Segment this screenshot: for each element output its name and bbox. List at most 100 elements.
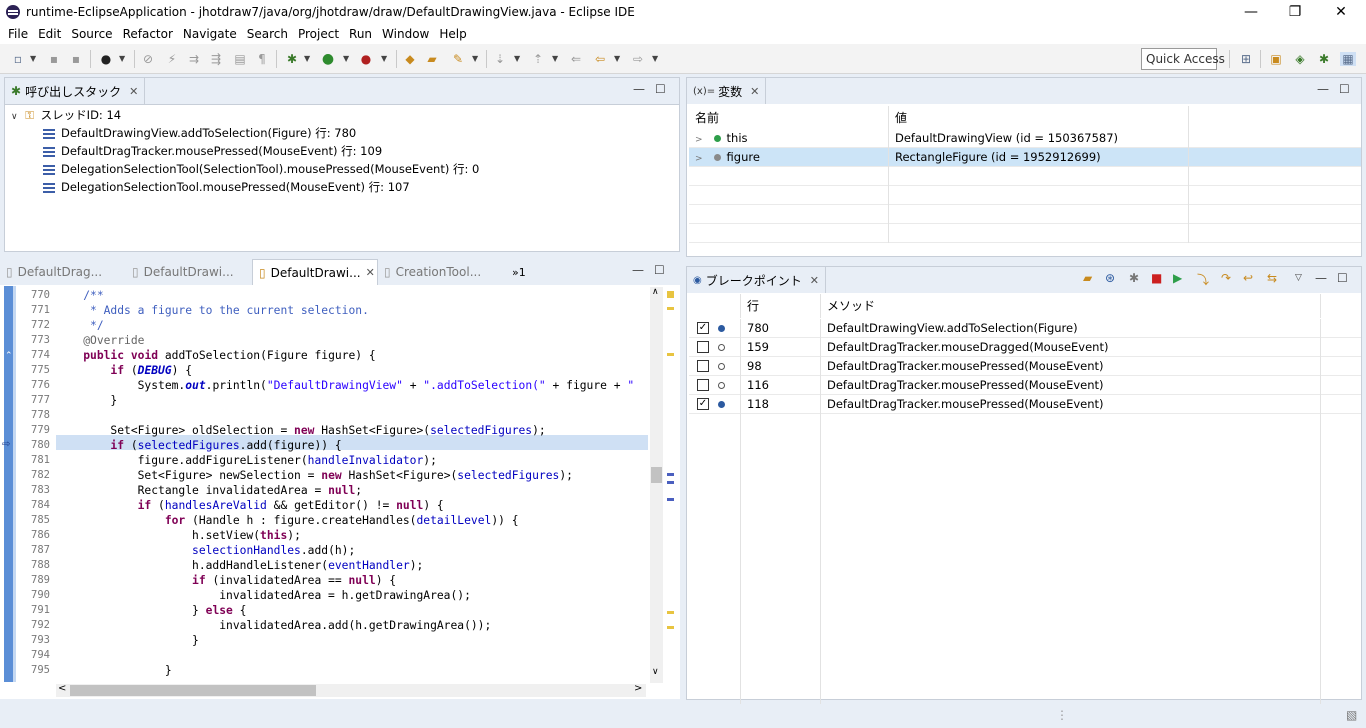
scrollbar-thumb[interactable] bbox=[651, 467, 662, 483]
table-row[interactable]: ✓ 780 DefaultDrawingView.addToSelection(Fi… bbox=[689, 319, 1361, 338]
menu-source[interactable]: Source bbox=[71, 27, 112, 41]
tab-variables[interactable]: (x)= 変数 ✕ bbox=[687, 78, 767, 104]
minimize-view-icon[interactable]: — bbox=[632, 263, 644, 277]
code-line[interactable]: } else { bbox=[56, 603, 246, 618]
save-icon[interactable]: ▪ bbox=[46, 52, 62, 66]
code-line[interactable]: } bbox=[56, 633, 199, 648]
breakpoint-checkbox[interactable] bbox=[697, 379, 709, 391]
tab-creationtool[interactable]: ▯ CreationTool... bbox=[378, 259, 504, 285]
column-header-value[interactable]: 値 bbox=[889, 106, 1189, 130]
code-line[interactable]: invalidatedArea.add(h.getDrawingArea()); bbox=[56, 618, 491, 633]
list-item[interactable]: DelegationSelectionTool(SelectionTool).m… bbox=[43, 160, 479, 178]
profile-dropdown-icon[interactable]: ▼ bbox=[119, 52, 125, 66]
column-header-method[interactable]: メソッド bbox=[821, 294, 1321, 318]
code-line[interactable]: @Override bbox=[56, 333, 144, 348]
maximize-view-icon[interactable]: ☐ bbox=[655, 82, 666, 96]
resume-icon[interactable]: ▶ bbox=[1173, 271, 1182, 285]
view-menu-icon[interactable]: ▽ bbox=[1295, 273, 1302, 283]
progress-icon[interactable]: ▧ bbox=[1346, 708, 1357, 722]
minimize-view-icon[interactable]: — bbox=[633, 82, 645, 96]
forward-icon[interactable]: ⇨ bbox=[630, 52, 646, 66]
code-line[interactable]: h.setView(this); bbox=[56, 528, 301, 543]
code-line[interactable]: figure.addFigureListener(handleInvalidat… bbox=[56, 453, 437, 468]
go-to-file-icon[interactable]: ⊛ bbox=[1105, 271, 1115, 285]
scroll-down-icon[interactable]: ∨ bbox=[652, 667, 659, 677]
code-line[interactable]: } bbox=[56, 393, 117, 408]
step-over-icon[interactable]: ↷ bbox=[1221, 271, 1231, 285]
resume-disabled-icon[interactable]: ⚡ bbox=[164, 52, 180, 66]
step-return-icon[interactable]: ↩ bbox=[1243, 271, 1253, 285]
code-line[interactable]: */ bbox=[56, 318, 104, 333]
quick-access-input[interactable]: Quick Access bbox=[1141, 48, 1225, 70]
debug-icon[interactable]: ✱ bbox=[284, 52, 300, 66]
menu-file[interactable]: File bbox=[8, 27, 28, 41]
list-item[interactable]: DefaultDragTracker.mousePressed(MouseEve… bbox=[43, 142, 382, 160]
java-perspective-icon[interactable]: ◈ bbox=[1292, 52, 1308, 66]
maximize-view-icon[interactable]: ☐ bbox=[654, 263, 665, 277]
close-icon[interactable]: ✕ bbox=[366, 266, 375, 279]
menu-refactor[interactable]: Refactor bbox=[123, 27, 173, 41]
scroll-up-icon[interactable]: ∧ bbox=[652, 287, 659, 297]
debug-dropdown-icon[interactable]: ▼ bbox=[304, 52, 310, 66]
table-row[interactable]: > this DefaultDrawingView (id = 150367587… bbox=[689, 129, 1361, 148]
next-annotation-dropdown-icon[interactable]: ▼ bbox=[514, 52, 520, 66]
breakpoint-checkbox[interactable]: ✓ bbox=[697, 322, 709, 334]
profile-icon[interactable]: ● bbox=[98, 52, 114, 66]
vertical-scrollbar[interactable]: ∧ ∨ bbox=[650, 287, 663, 683]
table-row-selected[interactable]: > figure RectangleFigure (id = 1952912699… bbox=[689, 148, 1361, 167]
breakpoint-checkbox[interactable] bbox=[697, 360, 709, 372]
close-icon[interactable]: ✕ bbox=[129, 85, 138, 98]
next-annotation-icon[interactable]: ⇣ bbox=[492, 52, 508, 66]
code-line[interactable]: /** bbox=[56, 288, 103, 303]
menu-help[interactable]: Help bbox=[439, 27, 466, 41]
code-line[interactable]: if (DEBUG) { bbox=[56, 363, 192, 378]
code-line[interactable]: Set<Figure> oldSelection = new HashSet<F… bbox=[56, 423, 545, 438]
close-icon[interactable]: ✕ bbox=[750, 85, 759, 98]
code-line[interactable]: } bbox=[56, 663, 172, 678]
tab-breakpoints[interactable]: ◉ ブレークポイント ✕ bbox=[687, 267, 826, 293]
tab-defaultdragtracker[interactable]: ▯ DefaultDrag... bbox=[0, 259, 126, 285]
column-header-line[interactable]: 行 bbox=[741, 294, 821, 318]
code-line[interactable]: h.addHandleListener(eventHandler); bbox=[56, 558, 423, 573]
search-tool-icon[interactable]: ✎ bbox=[450, 52, 466, 66]
menu-window[interactable]: Window bbox=[382, 27, 429, 41]
code-line[interactable]: selectionHandles.add(h); bbox=[56, 543, 355, 558]
show-supported-icon[interactable]: ▰ bbox=[1083, 271, 1092, 285]
remove-icon[interactable]: ■ bbox=[1151, 271, 1162, 285]
tab-defaultdrawing-1[interactable]: ▯ DefaultDrawi... bbox=[126, 259, 252, 285]
skip-breakpoints-icon[interactable]: ⊘ bbox=[140, 52, 156, 66]
chevron-down-icon[interactable]: ∨ bbox=[11, 112, 18, 122]
last-edit-icon[interactable]: ⇐ bbox=[568, 52, 584, 66]
scrollbar-thumb[interactable] bbox=[70, 685, 316, 696]
search-dropdown-icon[interactable]: ▼ bbox=[472, 52, 478, 66]
maximize-view-icon[interactable]: ☐ bbox=[1339, 82, 1350, 96]
list-item[interactable]: DelegationSelectionTool.mousePressed(Mou… bbox=[43, 178, 410, 196]
paragraph-icon[interactable]: ¶ bbox=[254, 52, 270, 66]
restore-button[interactable]: ❐ bbox=[1272, 0, 1318, 24]
tab-callstack[interactable]: ✱ 呼び出しスタック ✕ bbox=[5, 78, 146, 104]
code-line[interactable]: if (handlesAreValid && getEditor() != nu… bbox=[56, 498, 444, 513]
prev-annotation-icon[interactable]: ⇡ bbox=[530, 52, 546, 66]
column-header-enabled[interactable] bbox=[689, 294, 741, 318]
run-dropdown-icon[interactable]: ▼ bbox=[343, 52, 349, 66]
code-line[interactable]: invalidatedArea = h.getDrawingArea(); bbox=[56, 588, 471, 603]
open-perspective-icon[interactable]: ⊞ bbox=[1238, 52, 1254, 66]
terminate-icon[interactable]: ▤ bbox=[232, 52, 248, 66]
external-tools-icon[interactable]: ● bbox=[358, 52, 374, 66]
close-icon[interactable]: ✕ bbox=[810, 274, 819, 287]
tab-defaultdrawingview-active[interactable]: ▯ DefaultDrawi... ✕ bbox=[252, 259, 378, 285]
scroll-right-icon[interactable]: > bbox=[634, 683, 642, 694]
breakpoint-checkbox[interactable] bbox=[697, 341, 709, 353]
code-line[interactable]: System.out.println("DefaultDrawingView" … bbox=[56, 378, 635, 393]
breakpoint-checkbox[interactable]: ✓ bbox=[697, 398, 709, 410]
table-row[interactable]: 98 DefaultDragTracker.mousePressed(MouseE… bbox=[689, 357, 1361, 376]
forward-dropdown-icon[interactable]: ▼ bbox=[652, 52, 658, 66]
save-all-icon[interactable]: ▪ bbox=[68, 52, 84, 66]
new-dropdown-icon[interactable]: ▼ bbox=[30, 52, 36, 66]
suspend-icon[interactable]: ⇉ bbox=[186, 52, 202, 66]
debug-perspective-icon[interactable]: ✱ bbox=[1316, 52, 1332, 66]
run-icon[interactable]: ● bbox=[320, 52, 336, 66]
minimize-view-icon[interactable]: — bbox=[1315, 271, 1327, 285]
menu-project[interactable]: Project bbox=[298, 27, 339, 41]
code-line[interactable]: * Adds a figure to the current selection… bbox=[56, 303, 369, 318]
